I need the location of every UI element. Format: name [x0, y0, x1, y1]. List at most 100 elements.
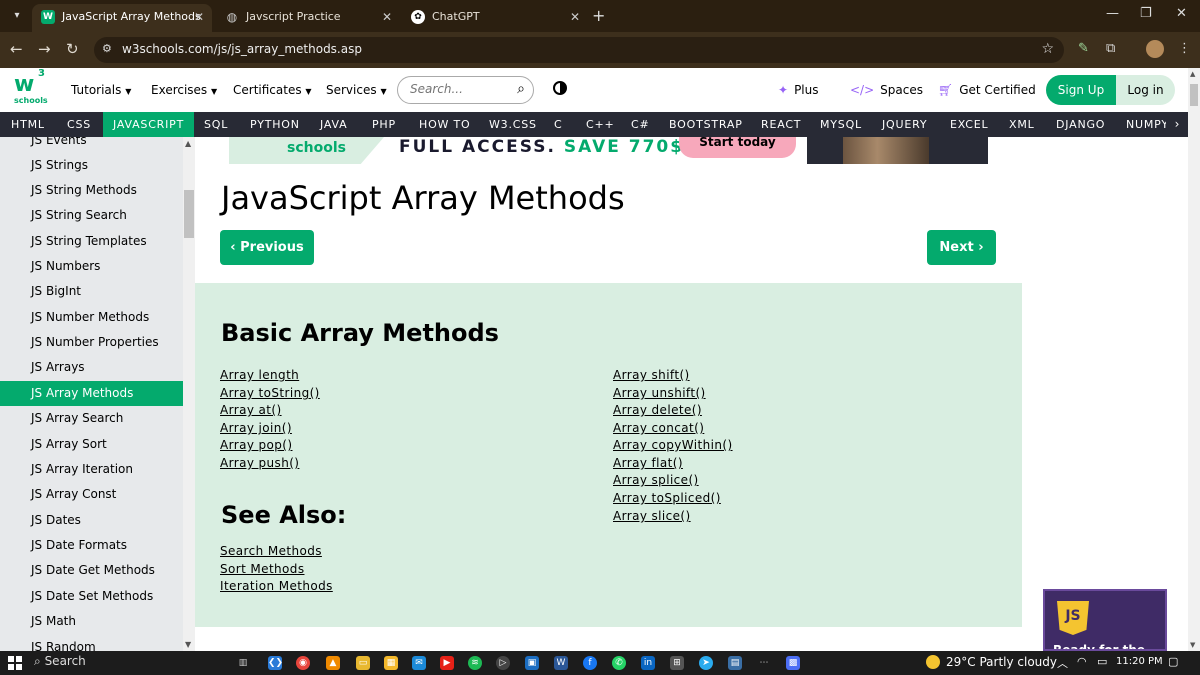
vlc-icon[interactable]: ▲ [326, 656, 340, 670]
dark-mode-toggle-icon[interactable] [553, 81, 567, 95]
link-iteration-methods[interactable]: Iteration Methods [220, 579, 333, 593]
link-array-join[interactable]: Array join() [220, 421, 292, 435]
tab-chatgpt[interactable]: ✿ ChatGPT ✕ [402, 4, 588, 32]
nav-tutorials[interactable]: Tutorials ▼ [71, 83, 131, 97]
sidebar-item-js-bigint[interactable]: JS BigInt [0, 279, 183, 304]
link-array-flat[interactable]: Array flat() [613, 456, 683, 470]
sidebar-item-js-number-properties[interactable]: JS Number Properties [0, 330, 183, 355]
next-button[interactable]: Next › [927, 230, 996, 265]
nav-certificates[interactable]: Certificates ▼ [233, 83, 312, 97]
scroll-up-icon[interactable]: ▲ [185, 139, 191, 148]
sidebar-item-js-arrays[interactable]: JS Arrays [0, 355, 183, 380]
close-window-icon[interactable]: ✕ [1176, 6, 1187, 21]
extension-icon[interactable]: ✎ [1078, 41, 1089, 56]
sidebar-scroll-thumb[interactable] [184, 190, 194, 238]
link-array-delete[interactable]: Array delete() [613, 403, 702, 417]
nav-services[interactable]: Services ▼ [326, 83, 387, 97]
link-array-concat[interactable]: Array concat() [613, 421, 704, 435]
lang-how-to[interactable]: HOW TO [413, 112, 476, 137]
chevron-right-icon[interactable]: › [1166, 112, 1188, 137]
sidebar-item-js-array-search[interactable]: JS Array Search [0, 406, 183, 431]
lang-bootstrap[interactable]: BOOTSTRAP [663, 112, 749, 137]
tab-search-button[interactable]: ▾ [6, 6, 28, 26]
link-array-slice[interactable]: Array slice() [613, 509, 691, 523]
sidebar-item-js-dates[interactable]: JS Dates [0, 508, 183, 533]
sidebar-item-js-array-const[interactable]: JS Array Const [0, 482, 183, 507]
lang-mysql[interactable]: MYSQL [814, 112, 868, 137]
log-in-button[interactable]: Log in [1116, 75, 1175, 105]
sidebar-item-js-date-get-methods[interactable]: JS Date Get Methods [0, 558, 183, 583]
lang-cpp[interactable]: C++ [580, 112, 621, 137]
lang-c[interactable]: C [548, 112, 568, 137]
link-array-push[interactable]: Array push() [220, 456, 299, 470]
w3schools-logo[interactable]: w 3 schools [12, 68, 48, 108]
calculator-icon[interactable]: ⊞ [670, 656, 684, 670]
link-sort-methods[interactable]: Sort Methods [220, 562, 304, 576]
lang-xml[interactable]: XML [1003, 112, 1041, 137]
address-bar[interactable]: ⚙ w3schools.com/js/js_array_methods.asp … [94, 37, 1064, 63]
windows-start-icon[interactable] [8, 656, 22, 670]
lang-csharp[interactable]: C# [625, 112, 656, 137]
link-array-at[interactable]: Array at() [220, 403, 282, 417]
telegram-icon[interactable]: ➤ [699, 656, 713, 670]
profile-avatar[interactable] [1146, 40, 1164, 58]
wifi-icon[interactable]: ◠ [1077, 655, 1087, 668]
back-icon[interactable]: ← [10, 40, 23, 58]
get-certified-link[interactable]: 🛒︎ Get Certified [938, 83, 1036, 97]
scroll-up-icon[interactable]: ▲ [1190, 70, 1195, 78]
minimize-icon[interactable]: — [1106, 6, 1119, 21]
lang-w3css[interactable]: W3.CSS [483, 112, 543, 137]
lang-python[interactable]: PYTHON [244, 112, 306, 137]
store-icon[interactable]: ▦ [384, 656, 398, 670]
close-icon[interactable]: ✕ [382, 4, 392, 30]
spaces-link[interactable]: </> Spaces [850, 83, 923, 97]
close-icon[interactable]: ✕ [194, 4, 204, 30]
page-scrollbar[interactable]: ▲ ▼ [1188, 68, 1200, 651]
tab-javascript-array-methods[interactable]: W JavaScript Array Methods ✕ [32, 4, 212, 32]
link-array-splice[interactable]: Array splice() [613, 473, 699, 487]
bookmark-star-icon[interactable]: ☆ [1041, 41, 1054, 57]
sidebar-item-js-array-sort[interactable]: JS Array Sort [0, 432, 183, 457]
sidebar-item-js-events[interactable]: JS Events [0, 137, 183, 153]
youtube-icon[interactable]: ▶ [440, 656, 454, 670]
forward-icon[interactable]: → [38, 40, 51, 58]
linkedin-icon[interactable]: in [641, 656, 655, 670]
plus-link[interactable]: ✦ Plus [778, 83, 819, 97]
notification-icon[interactable]: ▢ [1168, 655, 1178, 668]
taskbar-search[interactable]: ⌕ Search [34, 654, 86, 669]
close-icon[interactable]: ✕ [570, 4, 580, 30]
weather-widget[interactable]: 29°C Partly cloudy [926, 655, 1057, 669]
sidebar-item-js-strings[interactable]: JS Strings [0, 153, 183, 178]
link-array-unshift[interactable]: Array unshift() [613, 386, 706, 400]
sign-up-button[interactable]: Sign Up [1046, 75, 1116, 105]
sidebar-item-js-random[interactable]: JS Random [0, 635, 183, 651]
sidebar-item-js-number-methods[interactable]: JS Number Methods [0, 305, 183, 330]
sidebar-item-js-array-methods[interactable]: JS Array Methods [0, 381, 183, 406]
search-icon[interactable]: ⌕ [517, 81, 525, 97]
previous-button[interactable]: ‹ Previous [220, 230, 314, 265]
media-player-icon[interactable]: ▷ [496, 656, 510, 670]
search-input[interactable] [410, 82, 505, 96]
lang-html[interactable]: HTML [5, 112, 51, 137]
link-array-pop[interactable]: Array pop() [220, 438, 292, 452]
sidebar-item-js-string-methods[interactable]: JS String Methods [0, 178, 183, 203]
restore-icon[interactable]: ❐ [1140, 6, 1152, 21]
sidebar-item-js-string-templates[interactable]: JS String Templates [0, 229, 183, 254]
app-icon[interactable]: ⋯ [757, 656, 771, 670]
link-array-tostring[interactable]: Array toString() [220, 386, 320, 400]
app-icon[interactable]: ▩ [786, 656, 800, 670]
tray-chevron-icon[interactable]: ︿ [1057, 655, 1068, 671]
lang-php[interactable]: PHP [366, 112, 402, 137]
battery-icon[interactable]: ▭ [1097, 655, 1107, 668]
chrome-icon[interactable]: ◉ [296, 656, 310, 670]
start-today-button[interactable]: Start today [679, 137, 796, 158]
lang-javascript[interactable]: JAVASCRIPT [103, 112, 195, 137]
link-array-tospliced[interactable]: Array toSpliced() [613, 491, 721, 505]
app-icon[interactable]: ▣ [525, 656, 539, 670]
tab-javscript-practice[interactable]: ◍ Javscript Practice ✕ [216, 4, 400, 32]
lang-excel[interactable]: EXCEL [944, 112, 994, 137]
mail-icon[interactable]: ✉ [412, 656, 426, 670]
link-array-copywithin[interactable]: Array copyWithin() [613, 438, 733, 452]
task-view-icon[interactable]: ▥ [236, 656, 250, 670]
sidebar-scrollbar[interactable]: ▲ ▼ [183, 137, 195, 651]
